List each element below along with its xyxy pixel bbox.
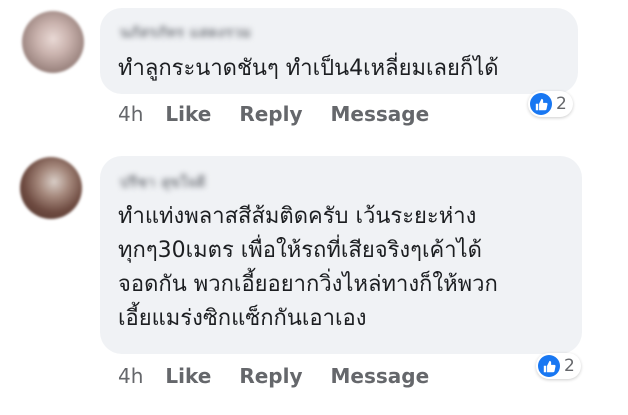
comment-text-line: ทุกๆ30เมตร เพื่อให้รถที่เสียจริงๆเค้าได้ [118, 238, 482, 263]
comment-text-line: เอี้ยแมร่งซิกแซ็กกันเอาเอง [118, 306, 367, 331]
comment-text: ทำลูกระนาดชันๆ ทำเป็น4เหลี่ยมเลยก็ได้ [118, 52, 499, 86]
comment-author[interactable]: นภัสรภัทร แสดงรวม [120, 22, 251, 44]
thumbs-up-icon [530, 93, 552, 115]
comment-bubble: นภัสรภัทร แสดงรวม ทำลูกระนาดชันๆ ทำเป็น4… [100, 8, 578, 94]
comment-text: ทำแท่งพลาสสีส้มติดครับ เว้นระยะห่าง ทุกๆ… [118, 200, 498, 336]
like-button[interactable]: Like [165, 364, 211, 388]
reply-button[interactable]: Reply [239, 102, 302, 126]
comment-text-line: ทำแท่งพลาสสีส้มติดครับ เว้นระยะห่าง [118, 204, 477, 229]
reaction-count[interactable]: 2 [536, 353, 581, 379]
like-button[interactable]: Like [165, 102, 211, 126]
message-button[interactable]: Message [331, 102, 430, 126]
comment-bubble: ปรีชา สุขใจดี ทำแท่งพลาสสีส้มติดครับ เว้… [100, 156, 582, 354]
comment-actions: 4h Like Reply Message [118, 364, 457, 388]
comment-time[interactable]: 4h [118, 102, 143, 126]
avatar[interactable] [22, 11, 84, 73]
comment-author[interactable]: ปรีชา สุขใจดี [120, 172, 206, 194]
reaction-count[interactable]: 2 [528, 91, 573, 117]
comment-text-line: จอดกัน พวกเอี้ยอยากวิ่งไหล่ทางก็ให้พวก [118, 272, 498, 297]
comment-actions: 4h Like Reply Message [118, 102, 457, 126]
avatar[interactable] [20, 157, 82, 219]
reply-button[interactable]: Reply [239, 364, 302, 388]
comment-text-line: ทำลูกระนาดชันๆ ทำเป็น4เหลี่ยมเลยก็ได้ [118, 56, 499, 81]
reaction-count-value: 2 [556, 94, 567, 114]
comment-time[interactable]: 4h [118, 364, 143, 388]
message-button[interactable]: Message [331, 364, 430, 388]
thumbs-up-icon [538, 355, 560, 377]
reaction-count-value: 2 [564, 356, 575, 376]
